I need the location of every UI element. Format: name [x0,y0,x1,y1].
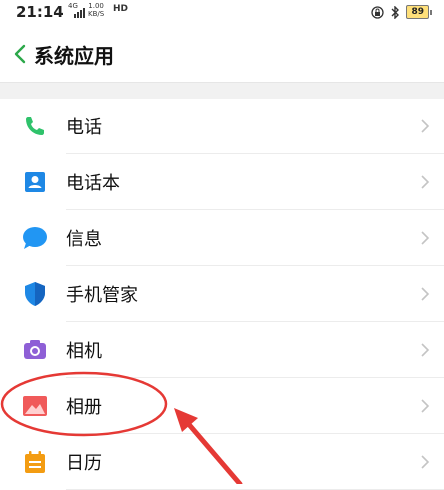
signal-icon [74,8,85,18]
list-item-messages[interactable]: 信息 [0,210,444,266]
chevron-right-icon [421,175,430,189]
list-item-contacts[interactable]: 电话本 [0,154,444,210]
speed-unit: KB/S [88,10,105,18]
speed-value: 1.00 [88,2,104,10]
contacts-icon [22,169,48,195]
lock-rotation-icon [371,5,385,19]
list-item-label: 手机管家 [66,285,138,306]
calendar-icon [22,449,48,475]
shield-icon [22,281,48,307]
page-title: 系统应用 [34,43,114,68]
camera-icon [22,337,48,363]
status-right: 89 [371,5,432,19]
status-time: 21:14 [16,3,64,21]
chevron-right-icon [421,231,430,245]
list-item-phone-manager[interactable]: 手机管家 [0,266,444,322]
battery-indicator: 89 [406,5,432,19]
hd-badge: HD [113,4,129,14]
list-item-camera[interactable]: 相机 [0,322,444,378]
chevron-right-icon [421,455,430,469]
chevron-right-icon [421,343,430,357]
network-speed: 1.00 KB/S [88,2,104,18]
message-icon [22,225,48,251]
battery-tip [430,9,432,15]
list-item-phone[interactable]: 电话 [0,98,444,154]
list-item-label: 信息 [66,229,102,250]
status-bar: 21:14 4G 1.00 KB/S HD 89 [0,0,444,30]
list-item-label: 电话本 [66,173,120,194]
list-item-calendar[interactable]: 日历 [0,434,444,490]
network-indicator: 4G [68,2,85,18]
list-item-label: 电话 [66,117,102,138]
system-apps-list: 电话 电话本 信息 手机管家 相机 相册 日历 [0,98,444,490]
page-header: 系统应用 [0,30,444,78]
list-item-label: 相机 [66,341,102,362]
list-item-gallery[interactable]: 相册 [0,378,444,434]
section-divider [0,82,444,99]
list-item-label: 日历 [66,453,102,474]
chevron-right-icon [421,399,430,413]
chevron-right-icon [421,119,430,133]
list-item-label: 相册 [66,397,102,418]
gallery-icon [22,393,48,419]
chevron-right-icon [421,287,430,301]
phone-icon [22,113,48,139]
bluetooth-icon [391,5,400,19]
back-arrow-icon[interactable] [12,44,28,64]
battery-level: 89 [406,5,429,19]
